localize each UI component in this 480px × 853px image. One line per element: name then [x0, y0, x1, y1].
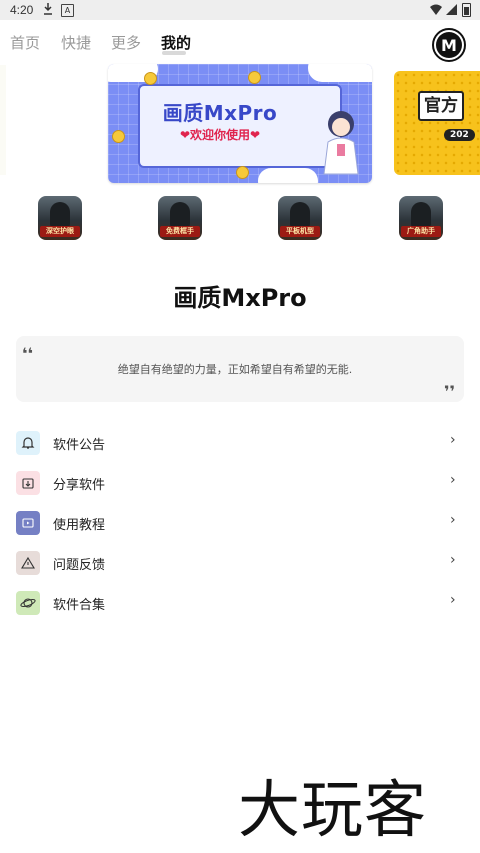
wifi-icon — [430, 4, 442, 18]
coin-icon — [248, 71, 261, 84]
banner-next-year: 202 — [444, 129, 475, 141]
featured-app-label: 广角助手 — [401, 226, 441, 237]
banner-title: 画质MxPro — [162, 101, 278, 125]
quote-text: 绝望自有绝望的力量，正如希望自有希望的无能. — [117, 363, 353, 376]
bell-icon — [16, 431, 40, 455]
game-figure-icon — [50, 202, 70, 228]
tab-shortcuts[interactable]: 快捷 — [61, 32, 91, 53]
chevron-right-icon: › — [450, 512, 456, 528]
anime-girl-illustration — [323, 111, 359, 175]
menu-label: 问题反馈 — [53, 558, 106, 573]
menu-item-collection[interactable]: 软件合集 › — [0, 582, 480, 622]
banner-dots — [394, 71, 480, 175]
download-icon — [43, 3, 53, 18]
featured-app-label: 平板机型 — [280, 226, 320, 237]
menu-label: 软件合集 — [53, 598, 106, 613]
battery-icon — [462, 3, 471, 17]
featured-app-3[interactable]: 平板机型 — [278, 196, 322, 240]
banner-next[interactable]: 官方 202 — [394, 71, 480, 175]
planet-icon — [16, 591, 40, 615]
chevron-right-icon: › — [450, 472, 456, 488]
game-figure-icon — [411, 202, 431, 228]
quote-open-icon: ❛❛ — [22, 344, 34, 363]
share-folder-icon — [16, 471, 40, 495]
banner-cloud — [308, 64, 372, 82]
status-bar: 4:20 A — [0, 0, 480, 20]
app-name-title: 画质MxPro — [173, 284, 307, 312]
tab-home[interactable]: 首页 — [10, 32, 40, 53]
coin-icon — [144, 72, 157, 85]
quote-box: ❛❛ 绝望自有绝望的力量，正如希望自有希望的无能. ❜❜ — [16, 336, 464, 402]
video-tutorial-icon — [16, 511, 40, 535]
signal-icon — [446, 4, 457, 18]
game-figure-icon — [290, 202, 310, 228]
watermark: 大玩客 — [238, 773, 428, 846]
banner-next-title: 官方 — [418, 91, 464, 121]
chevron-right-icon: › — [450, 552, 456, 568]
tab-mine[interactable]: 我的 — [161, 32, 191, 53]
status-time: 4:20 — [10, 3, 34, 17]
menu-label: 使用教程 — [53, 518, 106, 533]
game-figure-icon — [170, 202, 190, 228]
menu-item-announcement[interactable]: 软件公告 › — [0, 422, 480, 462]
featured-app-label: 深空护眼 — [40, 226, 80, 237]
app-logo[interactable]: M — [432, 28, 466, 62]
banner-cloud — [258, 168, 318, 183]
menu-label: 软件公告 — [53, 438, 106, 453]
menu-item-tutorial[interactable]: 使用教程 › — [0, 502, 480, 542]
banner-main[interactable]: 画质MxPro ❤欢迎你使用❤ — [108, 64, 372, 183]
menu-item-feedback[interactable]: 问题反馈 › — [0, 542, 480, 582]
featured-app-2[interactable]: 免费框手 — [158, 196, 202, 240]
banner-subtitle: ❤欢迎你使用❤ — [179, 128, 261, 142]
quote-close-icon: ❜❜ — [444, 382, 456, 401]
banner-previous-peek[interactable] — [0, 65, 6, 175]
logo-letter: M — [436, 32, 462, 58]
menu-label: 分享软件 — [53, 478, 106, 493]
main-panel: 首页 快捷 更多 我的 M 画质MxPro ❤欢迎你使用❤ 官方 202 深空护… — [0, 20, 480, 853]
coin-icon — [112, 130, 125, 143]
featured-app-1[interactable]: 深空护眼 — [38, 196, 82, 240]
coin-icon — [236, 166, 249, 179]
warning-icon — [16, 551, 40, 575]
featured-app-4[interactable]: 广角助手 — [399, 196, 443, 240]
tab-more[interactable]: 更多 — [111, 32, 141, 53]
tab-indicator — [162, 51, 186, 55]
chevron-right-icon: › — [450, 592, 456, 608]
featured-app-label: 免费框手 — [160, 226, 200, 237]
menu-item-share[interactable]: 分享软件 › — [0, 462, 480, 502]
chevron-right-icon: › — [450, 432, 456, 448]
a-icon: A — [61, 4, 74, 17]
